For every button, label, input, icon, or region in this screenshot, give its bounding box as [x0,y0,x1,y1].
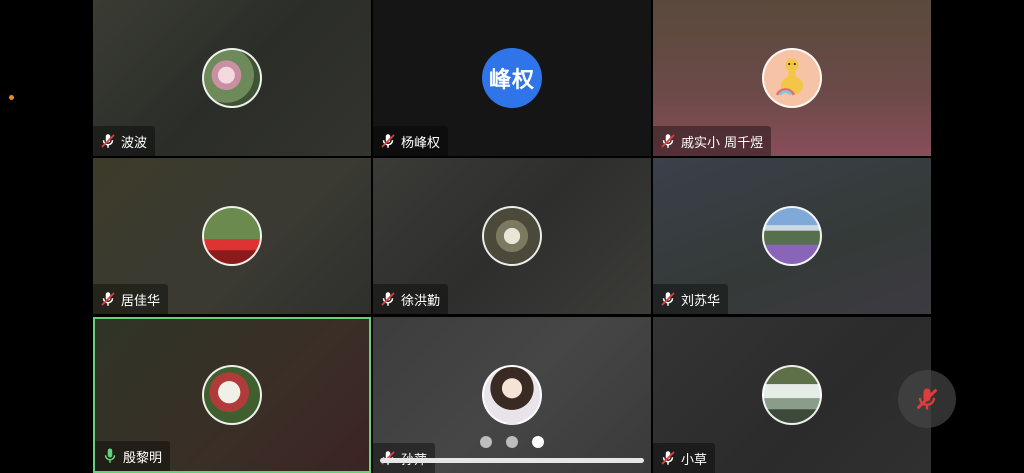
avatar [482,206,542,266]
nameplate: 刘苏华 [653,284,729,314]
mic-muted-icon [381,292,395,306]
mute-toggle-button[interactable] [898,370,956,428]
participant-tile[interactable]: 峰权 杨峰权 [373,0,651,156]
participant-name: 戚实小 周千煜 [681,135,764,151]
participant-tile[interactable]: 戚实小 周千煜 [653,0,931,156]
page-dot[interactable] [506,436,518,448]
participant-name: 徐洪勤 [401,293,441,309]
nameplate: 居佳华 [93,284,169,314]
mic-muted-icon [661,292,675,306]
participant-tile-speaking[interactable]: 殷黎明 [93,317,371,473]
mic-active-icon [104,448,116,463]
avatar [482,365,542,425]
avatar [762,48,822,108]
avatar [762,206,822,266]
participant-name: 刘苏华 [681,293,721,309]
mic-muted-icon [101,134,115,148]
participant-tile[interactable]: 居佳华 [93,158,371,314]
nameplate: 小草 [653,443,716,473]
participant-tile[interactable]: 小草 [653,317,931,473]
participant-grid: 波波 峰权 杨峰权 戚实小 周千煜 居佳华 徐洪勤 刘苏华 殷黎明 小草 [93,0,933,473]
participant-name: 小草 [681,452,708,468]
participant-tile[interactable]: 徐洪勤 [373,158,651,314]
page-dot-active[interactable] [532,436,544,448]
page-indicator[interactable] [480,436,544,448]
mic-muted-icon [916,388,938,410]
nameplate: 殷黎明 [95,441,171,471]
avatar: 峰权 [482,48,542,108]
nameplate: 杨峰权 [373,126,449,156]
participant-tile[interactable]: 孙萍 [373,317,651,473]
avatar [762,365,822,425]
participant-tile[interactable]: 波波 [93,0,371,156]
status-dot [9,95,14,100]
page-dot[interactable] [480,436,492,448]
participant-name: 波波 [121,135,148,151]
participant-name: 杨峰权 [401,135,441,151]
avatar [202,48,262,108]
participant-name: 居佳华 [121,293,161,309]
home-indicator-bar[interactable] [380,458,644,463]
nameplate: 戚实小 周千煜 [653,126,772,156]
mic-muted-icon [381,134,395,148]
participant-name: 殷黎明 [123,450,163,466]
nameplate: 波波 [93,126,156,156]
participant-tile[interactable]: 刘苏华 [653,158,931,314]
nameplate: 徐洪勤 [373,284,449,314]
avatar [202,365,262,425]
avatar [202,206,262,266]
mic-muted-icon [101,292,115,306]
mic-muted-icon [661,134,675,148]
mic-muted-icon [661,451,675,465]
